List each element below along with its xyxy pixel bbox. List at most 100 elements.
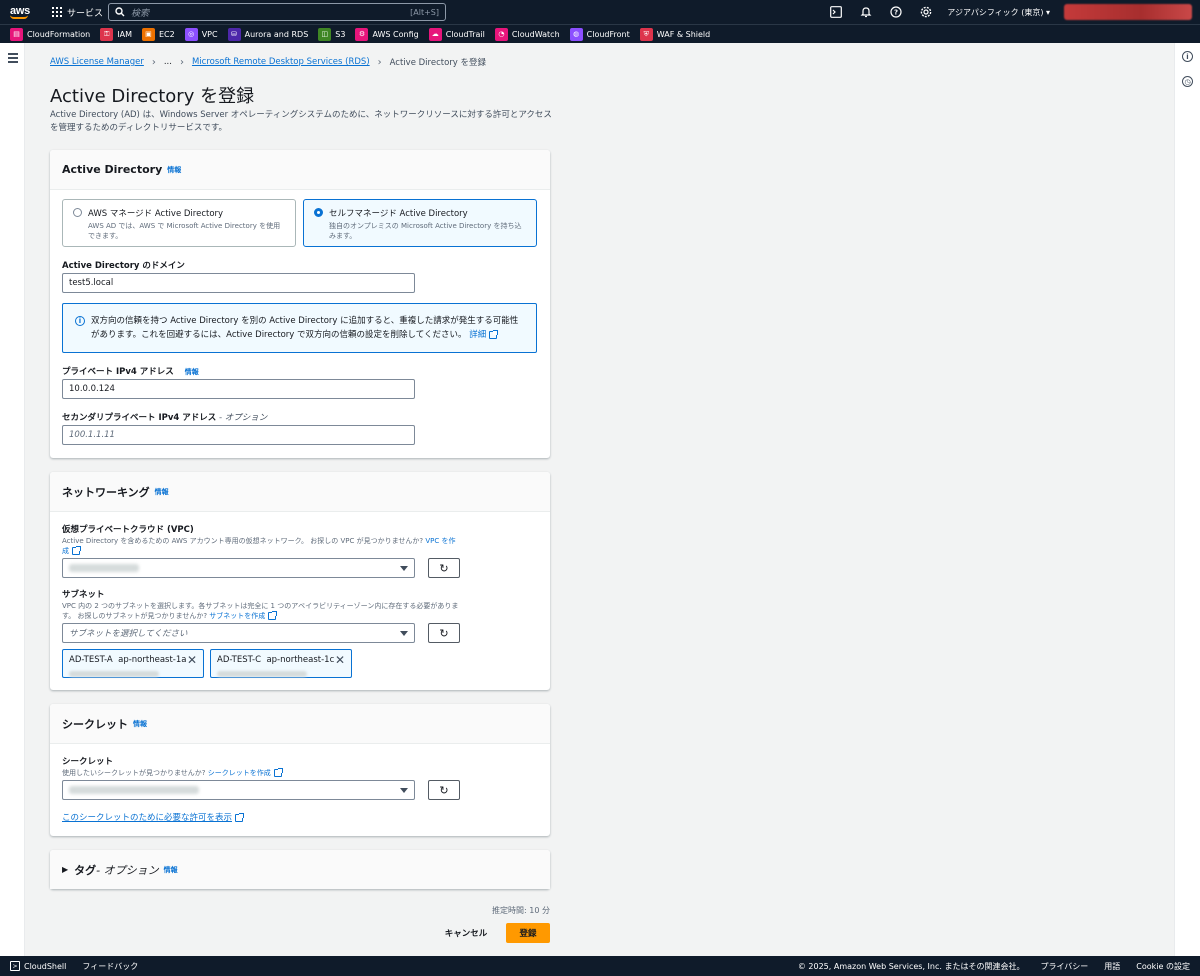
favorite-label: CloudTrail (445, 29, 485, 39)
option-description: AWS AD では、AWS で Microsoft Active Directo… (88, 222, 281, 240)
option-description: 独自のオンプレミスの Microsoft Active Directory を持… (329, 222, 522, 240)
breadcrumb-license-manager[interactable]: AWS License Manager (50, 57, 144, 67)
view-permissions-link[interactable]: このシークレットのために必要な許可を表示 (62, 811, 245, 823)
config-icon: ⚙ (355, 27, 369, 41)
option-title: セルフマネージド Active Directory (329, 209, 468, 219)
section-heading: Active Directory (62, 163, 163, 176)
remove-token-close-icon[interactable]: ✕ (187, 653, 197, 667)
page-description: Active Directory (AD) は、Windows Server オ… (50, 110, 552, 133)
secondary-ip-input[interactable]: 100.1.1.11 (62, 425, 415, 445)
menu-hamburger-icon[interactable] (8, 53, 18, 65)
favorite-label: WAF & Shield (656, 29, 711, 39)
favorite-vpc[interactable]: ◎ VPC (184, 27, 218, 41)
secret-refresh-button[interactable]: ↻ (428, 780, 460, 800)
aws-logo[interactable]: aws (10, 5, 44, 19)
cloudshell-icon[interactable] (830, 6, 843, 18)
active-directory-card: Active Directory 情報 AWS マネージド Active Dir… (50, 150, 550, 458)
feedback-link[interactable]: フィードバック (82, 961, 138, 972)
chevron-right-icon: › (179, 56, 184, 68)
domain-input[interactable]: test5.local (62, 273, 415, 293)
subnet-refresh-button[interactable]: ↻ (428, 623, 460, 643)
cancel-button[interactable]: キャンセル (438, 923, 494, 943)
account-menu[interactable] (1064, 4, 1192, 20)
alert-text: 双方向の信頼を持つ Active Directory を別の Active Di… (91, 316, 519, 340)
info-link[interactable]: 情報 (167, 165, 181, 175)
history-icon[interactable]: ◷ (1182, 76, 1193, 87)
favorite-cloudformation[interactable]: ▤ CloudFormation (10, 27, 90, 41)
favorite-cloudtrail[interactable]: ☁ CloudTrail (428, 27, 485, 41)
self-managed-ad-option[interactable]: セルフマネージド Active Directory 独自のオンプレミスの Mic… (303, 199, 537, 247)
caret-right-icon: ▶ (62, 865, 69, 874)
secret-description-text: 使用したいシークレットが見つかりませんか? (62, 769, 206, 777)
left-navigation-rail (0, 43, 25, 956)
privacy-link[interactable]: プライバシー (1040, 961, 1088, 972)
vpc-refresh-button[interactable]: ↻ (428, 558, 460, 578)
secret-selected-value (69, 786, 199, 794)
private-ip-input[interactable]: 10.0.0.124 (62, 379, 415, 399)
settings-gear-icon[interactable] (920, 6, 932, 18)
favorite-s3[interactable]: ◫ S3 (318, 27, 345, 41)
favorite-label: EC2 (158, 29, 175, 39)
external-link-icon (273, 768, 283, 777)
info-link[interactable]: 情報 (164, 865, 178, 875)
grid-icon (52, 7, 62, 17)
token-name: AD-TEST-C (217, 655, 262, 665)
alert-details-link[interactable]: 詳細 (469, 329, 499, 340)
page-title: Active Directory を登録 (50, 86, 255, 107)
breadcrumb-ellipsis[interactable]: ... (164, 57, 172, 67)
radio-button[interactable] (73, 208, 82, 217)
radio-button-selected[interactable] (314, 208, 323, 217)
card-header: シークレット 情報 (50, 704, 550, 744)
breadcrumb-rds[interactable]: Microsoft Remote Desktop Services (RDS) (192, 57, 370, 67)
info-link[interactable]: 情報 (185, 368, 199, 376)
help-icon[interactable]: ? (890, 6, 902, 18)
terms-link[interactable]: 用語 (1104, 961, 1120, 972)
refresh-icon: ↻ (439, 626, 449, 640)
refresh-icon: ↻ (439, 783, 449, 797)
cloudshell-icon[interactable]: > (10, 961, 20, 971)
tags-card: ▶ タグ - オプション 情報 (50, 850, 550, 889)
external-link-icon (235, 812, 245, 822)
favorite-config[interactable]: ⚙ AWS Config (355, 27, 419, 41)
register-button[interactable]: 登録 (506, 923, 550, 943)
remove-token-close-icon[interactable]: ✕ (335, 653, 345, 667)
vpc-select[interactable] (62, 558, 415, 578)
bottom-bar: > CloudShell フィードバック © 2025, Amazon Web … (0, 956, 1200, 976)
cookie-settings-link[interactable]: Cookie の設定 (1136, 961, 1190, 972)
token-label: AD-TEST-C ap-northeast-1c (217, 655, 334, 665)
create-subnet-link[interactable]: サブネットを作成 (209, 611, 278, 620)
favorite-ec2[interactable]: ▣ EC2 (141, 27, 175, 41)
subnet-select[interactable]: サブネットを選択してください (62, 623, 415, 643)
tags-expand-toggle[interactable]: ▶ タグ - オプション 情報 (50, 850, 550, 889)
breadcrumb-current: Active Directory を登録 (389, 58, 487, 68)
favorite-cloudwatch[interactable]: ◔ CloudWatch (494, 27, 560, 41)
info-link[interactable]: 情報 (155, 487, 169, 497)
favorite-label: IAM (117, 29, 132, 39)
favorite-waf[interactable]: ⛨ WAF & Shield (639, 27, 711, 41)
favorite-label: CloudWatch (511, 29, 560, 39)
search-icon (115, 7, 125, 17)
details-link-label: 詳細 (469, 330, 487, 340)
region-selector[interactable]: アジアパシフィック (東京) ▾ (947, 7, 1050, 18)
favorite-label: AWS Config (372, 29, 419, 39)
secondary-ip-label: セカンダリプライベート IPv4 アドレス - オプション (62, 411, 267, 423)
token-subnet-id (69, 671, 159, 677)
vpc-selected-value (69, 564, 139, 572)
section-heading: シークレット (62, 717, 128, 731)
create-secret-link[interactable]: シークレットを作成 (208, 768, 283, 777)
info-link[interactable]: 情報 (133, 719, 147, 729)
favorite-rds[interactable]: ⛁ Aurora and RDS (227, 27, 308, 41)
chevron-right-icon: › (151, 56, 156, 68)
search-input[interactable]: 検索 [Alt+S] (108, 3, 446, 21)
top-navigation: aws サービス 検索 [Alt+S] ? アジアパシフィック (東京) ▾ (0, 0, 1200, 24)
aws-managed-ad-option[interactable]: AWS マネージド Active Directory AWS AD では、AWS… (62, 199, 296, 247)
favorite-iam[interactable]: ⚿ IAM (100, 27, 132, 41)
secret-select[interactable] (62, 780, 415, 800)
notifications-bell-icon[interactable] (860, 6, 872, 18)
cloudshell-link[interactable]: CloudShell (24, 962, 66, 971)
info-panel-icon[interactable]: i (1182, 51, 1193, 62)
favorite-cloudfront[interactable]: ◍ CloudFront (569, 27, 630, 41)
svg-text:?: ? (894, 9, 898, 17)
waf-icon: ⛨ (639, 27, 653, 41)
services-menu-button[interactable]: サービス (52, 6, 103, 19)
